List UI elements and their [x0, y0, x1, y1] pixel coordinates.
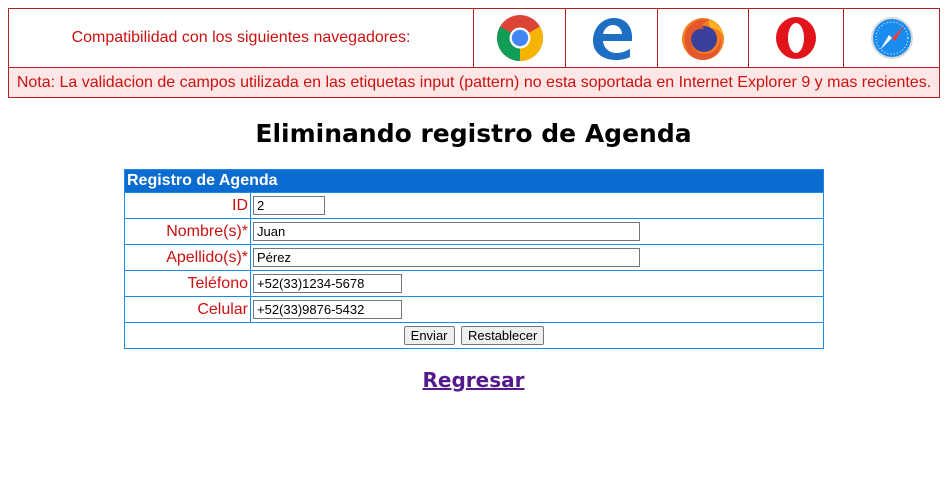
- browser-cell-chrome: [473, 8, 566, 68]
- browser-cell-edge: [565, 8, 658, 68]
- browser-cell-opera: [748, 8, 844, 68]
- submit-button[interactable]: Enviar: [403, 326, 455, 345]
- edge-icon: [592, 18, 632, 60]
- apellido-field[interactable]: [253, 248, 640, 267]
- form-row-id: ID: [124, 192, 824, 219]
- browser-cell-firefox: [657, 8, 749, 68]
- id-field[interactable]: [253, 196, 325, 215]
- form-row-telefono: Teléfono: [124, 270, 824, 297]
- button-cell: Enviar Restablecer: [124, 322, 824, 349]
- id-label: ID: [124, 192, 251, 219]
- safari-icon: [870, 17, 913, 59]
- apellido-label: Apellido(s)*: [124, 244, 251, 271]
- firefox-icon: [682, 18, 724, 60]
- compatibility-banner: Compatibilidad con los siguientes navega…: [8, 8, 940, 98]
- back-link-container: Regresar: [0, 368, 947, 392]
- form-row-buttons: Enviar Restablecer: [124, 322, 824, 349]
- form-row-celular: Celular: [124, 296, 824, 323]
- celular-field[interactable]: [253, 300, 402, 319]
- validation-note: Nota: La validacion de campos utilizada …: [8, 67, 940, 98]
- form-row-nombre: Nombre(s)*: [124, 218, 824, 245]
- nombre-label: Nombre(s)*: [124, 218, 251, 245]
- form-row-apellido: Apellido(s)*: [124, 244, 824, 271]
- back-link[interactable]: Regresar: [423, 368, 525, 392]
- compatibility-text: Compatibilidad con los siguientes navega…: [8, 8, 474, 68]
- page-title: Eliminando registro de Agenda: [255, 119, 692, 148]
- chrome-icon: [496, 15, 543, 61]
- telefono-label: Teléfono: [124, 270, 251, 297]
- opera-icon: [776, 17, 816, 59]
- reset-button[interactable]: Restablecer: [460, 326, 545, 345]
- telefono-field[interactable]: [253, 274, 402, 293]
- nombre-field[interactable]: [253, 222, 640, 241]
- browser-cell-safari: [843, 8, 940, 68]
- form-header: Registro de Agenda: [124, 169, 824, 193]
- agenda-form: Registro de Agenda ID Nombre(s)* Apellid…: [124, 169, 824, 349]
- celular-label: Celular: [124, 296, 251, 323]
